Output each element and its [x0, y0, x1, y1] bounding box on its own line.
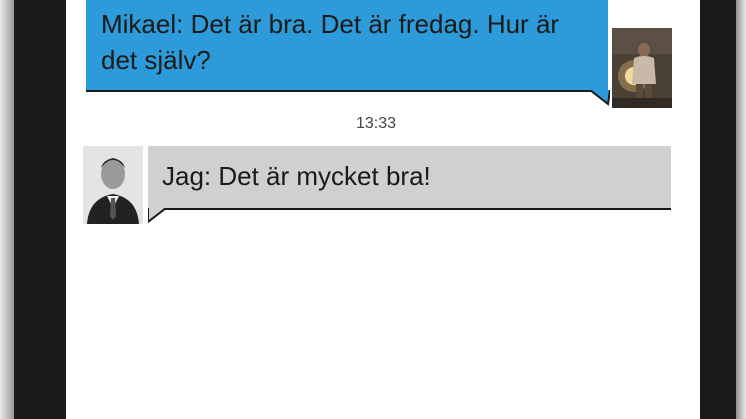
outgoing-message-text: Jag: Det är mycket bra!: [162, 161, 431, 191]
avatar-mikael[interactable]: [612, 28, 672, 108]
incoming-bubble-tail: [590, 90, 610, 106]
message-timestamp: 13:33: [355, 115, 397, 132]
incoming-message-text: Mikael: Det är bra. Det är fredag. Hur ä…: [101, 9, 560, 75]
person-avatar-icon: [83, 146, 143, 224]
avatar-jag[interactable]: [83, 146, 143, 224]
person-avatar-icon: [612, 28, 672, 108]
phone-frame-right-edge: [736, 0, 746, 419]
phone-frame-left-edge: [0, 0, 14, 419]
phone-bezel-right: [700, 0, 736, 419]
outgoing-bubble-tail: [148, 208, 166, 224]
chat-screen[interactable]: Mikael: Det är bra. Det är fredag. Hur ä…: [66, 0, 700, 419]
phone-bezel-left: [14, 0, 66, 419]
incoming-message-bubble[interactable]: Mikael: Det är bra. Det är fredag. Hur ä…: [86, 0, 608, 92]
outgoing-message-bubble[interactable]: Jag: Det är mycket bra!: [148, 146, 671, 210]
